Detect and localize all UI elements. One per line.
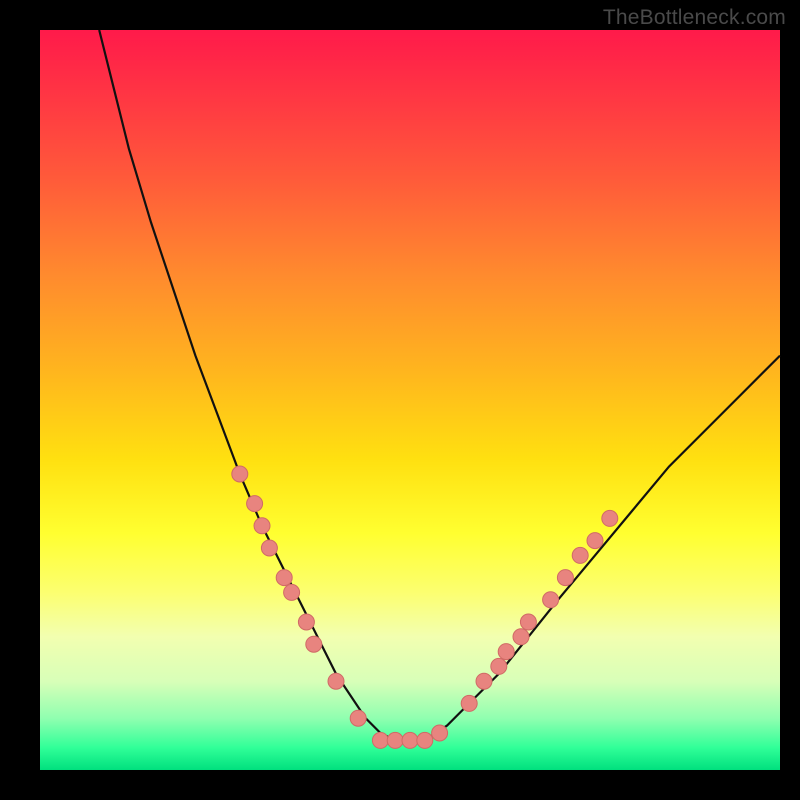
marker-dot (247, 496, 263, 512)
chart-frame: TheBottleneck.com (0, 0, 800, 800)
marker-dot (432, 725, 448, 741)
marker-dot (298, 614, 314, 630)
marker-dot (284, 584, 300, 600)
curve-layer (40, 30, 780, 770)
marker-dot (587, 533, 603, 549)
marker-dot (402, 732, 418, 748)
plot-area (40, 30, 780, 770)
marker-dot (491, 658, 507, 674)
marker-dot (543, 592, 559, 608)
marker-dots (232, 466, 618, 748)
marker-dot (387, 732, 403, 748)
watermark-label: TheBottleneck.com (603, 6, 786, 30)
marker-dot (276, 570, 292, 586)
marker-dot (476, 673, 492, 689)
marker-dot (261, 540, 277, 556)
marker-dot (602, 510, 618, 526)
marker-dot (557, 570, 573, 586)
marker-dot (372, 732, 388, 748)
marker-dot (572, 547, 588, 563)
marker-dot (306, 636, 322, 652)
marker-dot (254, 518, 270, 534)
marker-dot (417, 732, 433, 748)
marker-dot (350, 710, 366, 726)
marker-dot (520, 614, 536, 630)
bottleneck-curve (99, 30, 780, 740)
marker-dot (328, 673, 344, 689)
marker-dot (513, 629, 529, 645)
marker-dot (498, 644, 514, 660)
marker-dot (232, 466, 248, 482)
marker-dot (461, 695, 477, 711)
